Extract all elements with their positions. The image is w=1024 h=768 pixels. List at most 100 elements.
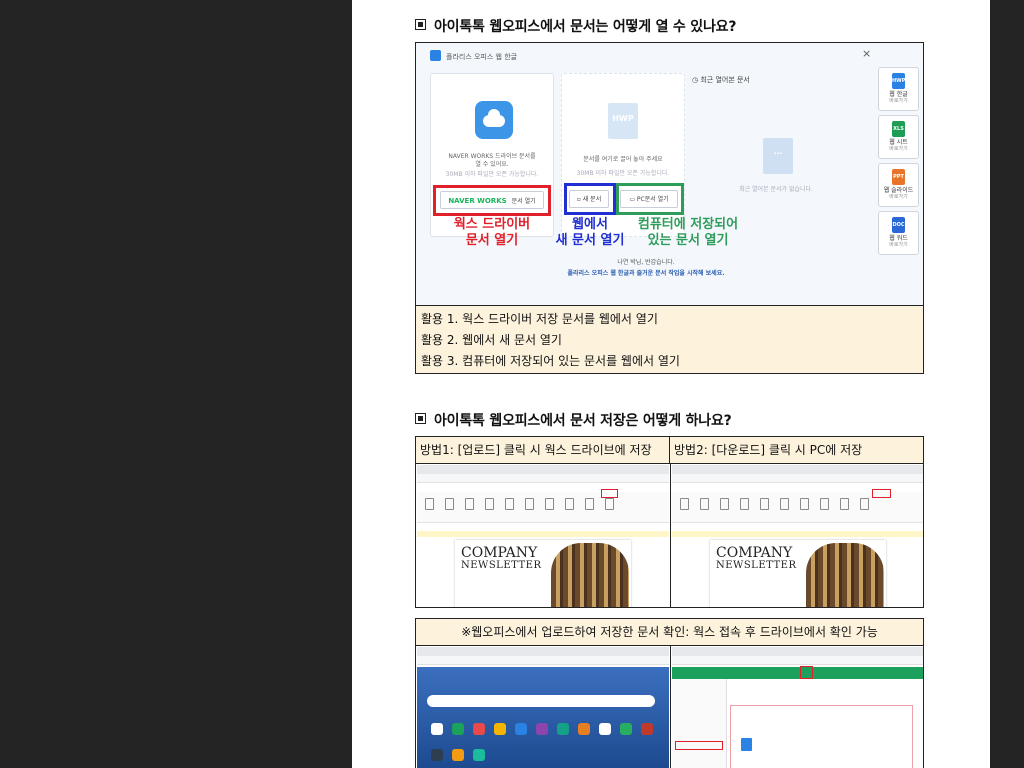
tool-icon	[465, 498, 474, 510]
tool-icon	[720, 498, 729, 510]
newsletter-page: COMPANY NEWSLETTER	[455, 540, 631, 607]
notice-strip	[417, 531, 669, 537]
app-shortcut-icon[interactable]	[599, 723, 611, 735]
newsletter-page: COMPANY NEWSLETTER	[710, 540, 886, 607]
app-shortcut-icon[interactable]	[473, 723, 485, 735]
document-page: 아이톡톡 웹오피스에서 문서는 어떻게 열 수 있나요? 폴라리스 오피스 웹 …	[352, 0, 990, 768]
usage-note-1: 활용 1. 웍스 드라이버 저장 문서를 웹에서 열기	[421, 312, 658, 326]
square-bullet-icon	[415, 19, 426, 30]
browser-url-bar	[417, 656, 669, 665]
newsletter-title: COMPANY	[716, 545, 793, 561]
blue-highlight-box	[564, 183, 616, 215]
tool-icon	[840, 498, 849, 510]
side-tab-4[interactable]: DOC 웹 워드 바로가기	[878, 211, 919, 255]
tool-icon	[485, 498, 494, 510]
newsletter-subtitle: NEWSLETTER	[716, 560, 797, 571]
download-screenshot: COMPANY NEWSLETTER	[672, 465, 923, 607]
usage-note-3: 활용 3. 컴퓨터에 저장되어 있는 문서를 웹에서 열기	[421, 354, 680, 368]
tool-icon	[445, 498, 454, 510]
app-file-icon: HWP	[892, 73, 905, 89]
editor-toolbar	[417, 492, 669, 523]
usage-note-2: 활용 2. 웹에서 새 문서 열기	[421, 333, 562, 347]
works-header	[672, 667, 923, 679]
drive-folder-highlight	[675, 741, 723, 750]
close-icon[interactable]: ×	[862, 47, 871, 60]
tool-icon	[605, 498, 614, 510]
side-tab-label: 웹 워드 바로가기	[889, 235, 908, 248]
app-shortcut-icon[interactable]	[431, 723, 443, 735]
app-shortcut-icon[interactable]	[452, 749, 464, 761]
tool-icon	[565, 498, 574, 510]
column-divider	[670, 646, 671, 768]
portal-search-input[interactable]	[427, 695, 655, 707]
hwp-file-icon: HWP	[608, 103, 638, 139]
annotation-red: 웍스 드라이버 문서 열기	[453, 217, 531, 248]
app-file-icon: DOC	[892, 217, 905, 233]
app-logo-icon	[430, 50, 441, 61]
side-tab-label: 웹 시트 바로가기	[889, 139, 908, 152]
web-office-open-screenshot: 폴라리스 오피스 웹 한글 × NAVER WORKS 드라이브 문서를 열 수…	[416, 43, 923, 305]
app-shortcut-icon[interactable]	[536, 723, 548, 735]
red-highlight-box	[433, 185, 551, 216]
drop-limit: 30MB 이하 파일만 오픈 가능합니다.	[576, 170, 670, 177]
window-title: 폴라리스 오피스 웹 한글	[430, 50, 517, 62]
app-shortcut-icon[interactable]	[578, 723, 590, 735]
naver-card-text2: 열 수 있어요.	[475, 161, 509, 168]
app-shortcut-icon[interactable]	[557, 723, 569, 735]
app-shortcut-icon[interactable]	[452, 723, 464, 735]
drop-text: 문서를 여기로 끌어 놓아 주세요	[583, 156, 663, 163]
section1-heading: 아이톡톡 웹오피스에서 문서는 어떻게 열 수 있나요?	[415, 16, 736, 36]
tool-icon	[860, 498, 869, 510]
greeting-line1: 나연 박님, 반갑습니다.	[617, 259, 675, 266]
app-file-icon: PPT	[892, 169, 905, 185]
tool-icon	[780, 498, 789, 510]
tool-icon	[800, 498, 809, 510]
drive-menu-highlight	[800, 666, 813, 679]
portal-screenshot	[417, 647, 669, 768]
naver-card-text1: NAVER WORKS 드라이브 문서를	[448, 153, 536, 160]
works-sidebar	[672, 679, 727, 768]
browser-tab-bar	[417, 465, 669, 474]
hwp-file-icon	[741, 738, 752, 751]
tool-icon	[585, 498, 594, 510]
side-tab-1[interactable]: HWP 웹 한글 바로가기	[878, 67, 919, 111]
app-shortcut-icon[interactable]	[431, 749, 443, 761]
side-tab-2[interactable]: XLS 웹 시트 바로가기	[878, 115, 919, 159]
works-drive-screenshot	[672, 647, 923, 768]
notice-strip	[672, 531, 923, 537]
browser-tab-bar	[417, 647, 669, 656]
tool-icon	[760, 498, 769, 510]
app-file-icon: XLS	[892, 121, 905, 137]
browser-tab-bar	[672, 465, 923, 474]
browser-tab-bar	[672, 647, 923, 656]
side-tab-label: 웹 한글 바로가기	[889, 91, 908, 104]
architecture-image	[551, 543, 629, 607]
side-tab-3[interactable]: PPT 웹 슬라이드 바로가기	[878, 163, 919, 207]
browser-url-bar	[417, 474, 669, 483]
side-tab-label: 웹 슬라이드 바로가기	[883, 187, 914, 200]
save-methods-table: 방법1: [업로드] 클릭 시 웍스 드라이브에 저장 방법2: [다운로드] …	[415, 436, 924, 608]
tool-icon	[700, 498, 709, 510]
green-highlight-box	[616, 183, 684, 215]
empty-doc-icon: ···	[763, 138, 793, 174]
portal-banner	[417, 667, 669, 768]
app-shortcut-icon[interactable]	[515, 723, 527, 735]
section1-figure: 폴라리스 오피스 웹 한글 × NAVER WORKS 드라이브 문서를 열 수…	[415, 42, 924, 374]
browser-url-bar	[672, 656, 923, 665]
app-shortcut-icon[interactable]	[494, 723, 506, 735]
tool-icon	[680, 498, 689, 510]
tool-icon	[525, 498, 534, 510]
check-upload-figure: ※웹오피스에서 업로드하여 저장한 문서 확인: 웍스 접속 후 드라이브에서 …	[415, 618, 924, 768]
newsletter-subtitle: NEWSLETTER	[461, 560, 542, 571]
method2-header: 방법2: [다운로드] 클릭 시 PC에 저장	[670, 437, 923, 464]
annotation-green: 컴퓨터에 저장되어 있는 문서 열기	[637, 217, 739, 248]
column-divider	[670, 464, 671, 607]
newsletter-title: COMPANY	[461, 545, 538, 561]
greeting-line2: 폴라리스 오피스 웹 한글과 즐거운 문서 작업을 시작해 보세요.	[567, 270, 725, 277]
drive-file-area	[730, 705, 913, 768]
app-shortcut-icon[interactable]	[473, 749, 485, 761]
app-shortcut-icon[interactable]	[620, 723, 632, 735]
app-shortcut-icon[interactable]	[641, 723, 653, 735]
check-caption: ※웹오피스에서 업로드하여 저장한 문서 확인: 웍스 접속 후 드라이브에서 …	[416, 619, 923, 646]
upload-screenshot: COMPANY NEWSLETTER	[417, 465, 669, 607]
